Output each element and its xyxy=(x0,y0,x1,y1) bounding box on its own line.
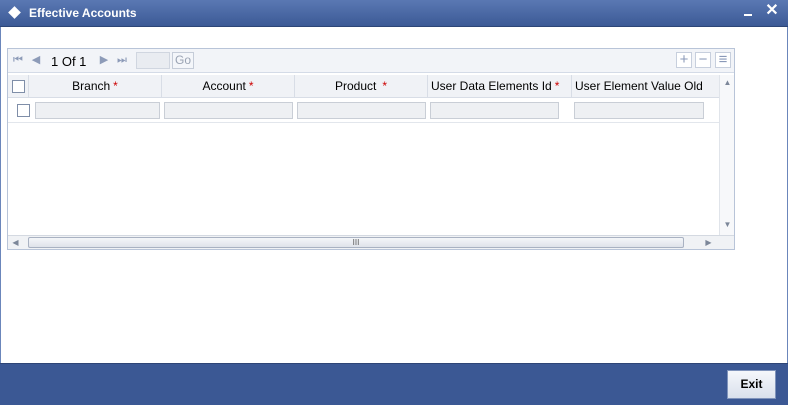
column-label: Branch xyxy=(72,79,111,93)
account-field[interactable] xyxy=(164,102,293,119)
next-page-icon[interactable]: ▶ xyxy=(98,53,110,67)
select-all-cell xyxy=(8,75,29,98)
vertical-scrollbar[interactable]: ▲ ▼ xyxy=(719,75,734,235)
window-titlebar: Effective Accounts ✕ xyxy=(0,0,788,27)
scroll-down-icon[interactable]: ▼ xyxy=(720,221,735,229)
scroll-right-icon[interactable]: ▶ xyxy=(701,239,716,247)
column-header-user-element-value-old[interactable]: User Element Value Old xyxy=(572,75,720,98)
row-select-checkbox[interactable] xyxy=(17,104,30,117)
close-icon[interactable]: ✕ xyxy=(763,2,781,22)
scroll-left-icon[interactable]: ◀ xyxy=(8,239,23,247)
product-field[interactable] xyxy=(297,102,426,119)
required-mark: * xyxy=(554,79,560,93)
last-page-icon[interactable]: ⏭ xyxy=(116,53,128,67)
single-view-icon[interactable]: ≡ xyxy=(715,52,731,68)
minimize-icon[interactable] xyxy=(744,14,752,16)
first-page-icon[interactable]: ⏮ xyxy=(12,53,24,67)
column-header-account[interactable]: Account * xyxy=(162,75,295,98)
column-header-product[interactable]: Product * xyxy=(295,75,428,98)
horizontal-scroll-thumb[interactable]: III xyxy=(28,237,684,248)
table-header: Branch * Account * Product * User Data Elem… xyxy=(8,75,720,98)
user-element-value-old-field[interactable] xyxy=(574,102,704,119)
required-mark: * xyxy=(248,79,254,93)
select-all-checkbox[interactable] xyxy=(12,80,25,93)
window-title: Effective Accounts xyxy=(29,6,137,20)
delete-row-icon[interactable]: − xyxy=(695,52,711,68)
go-button[interactable]: Go xyxy=(172,52,194,69)
required-mark: * xyxy=(113,79,118,93)
column-label: User Element Value Old xyxy=(575,79,703,93)
user-data-elements-id-field[interactable] xyxy=(430,102,559,119)
exit-button[interactable]: Exit xyxy=(727,370,776,399)
add-row-icon[interactable]: + xyxy=(676,52,692,68)
column-label: User Data Elements Id xyxy=(431,79,552,93)
scroll-up-icon[interactable]: ▲ xyxy=(720,79,735,87)
table-row xyxy=(8,98,720,123)
branch-field[interactable] xyxy=(35,102,160,119)
horizontal-scrollbar[interactable]: ◀ III ▶ xyxy=(8,235,734,249)
column-label: Account xyxy=(202,79,246,93)
footer-bar: Exit xyxy=(0,363,788,405)
grid-toolbar: ⏮ ◀ 1 Of 1 ▶ ⏭ Go + − ≡ xyxy=(8,49,734,73)
window-diamond-icon xyxy=(8,6,21,19)
page-indicator: 1 Of 1 xyxy=(51,54,87,69)
column-header-branch[interactable]: Branch * xyxy=(29,75,162,98)
column-label: Product xyxy=(334,79,377,93)
page-number-input[interactable] xyxy=(136,52,170,69)
required-mark: * xyxy=(382,79,388,93)
effective-accounts-grid: ⏮ ◀ 1 Of 1 ▶ ⏭ Go + − ≡ Branch * Account *… xyxy=(7,48,735,250)
previous-page-icon[interactable]: ◀ xyxy=(30,53,42,67)
column-header-user-data-elements-id[interactable]: User Data Elements Id * xyxy=(428,75,572,98)
